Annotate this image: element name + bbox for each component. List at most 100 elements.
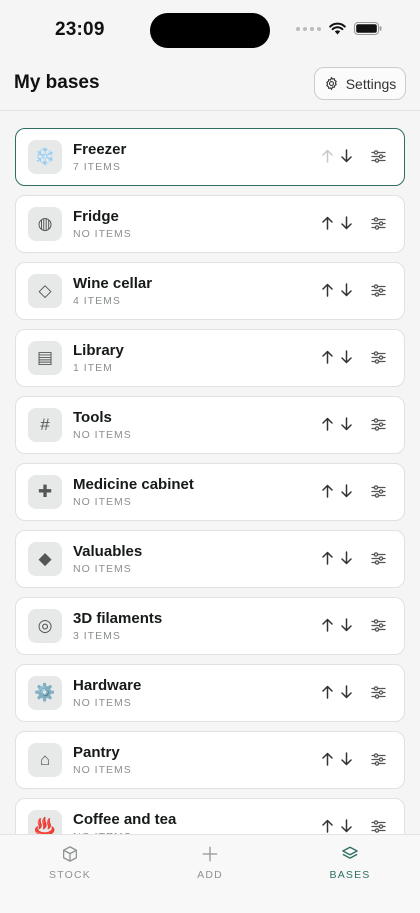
filter-settings-icon[interactable] — [370, 349, 386, 365]
diamond-filled-icon: ◆ — [28, 542, 62, 576]
dynamic-island — [150, 13, 270, 48]
base-actions — [321, 349, 386, 365]
settings-label: Settings — [345, 75, 397, 92]
cross-icon: ✚ — [28, 475, 62, 509]
base-actions — [321, 617, 386, 633]
base-name: Hardware — [73, 677, 142, 694]
filter-settings-icon[interactable] — [370, 550, 386, 566]
base-name: Library — [73, 342, 124, 359]
base-card[interactable]: ◆ Valuables NO ITEMS — [15, 530, 405, 588]
base-item-count: NO ITEMS — [73, 697, 132, 709]
base-card[interactable]: ⌂ Pantry NO ITEMS — [15, 731, 405, 789]
base-item-count: NO ITEMS — [73, 228, 132, 240]
plus-icon — [202, 846, 218, 862]
tab-stock-label: STOCK — [49, 869, 91, 881]
filter-settings-icon[interactable] — [370, 416, 386, 432]
diamond-outline-icon: ◇ — [28, 274, 62, 308]
house-icon: ⌂ — [28, 743, 62, 777]
move-down-icon[interactable] — [340, 550, 353, 566]
tab-add-label: ADD — [197, 869, 223, 881]
status-indicators — [296, 22, 382, 35]
base-item-count: 3 ITEMS — [73, 630, 121, 642]
base-name: Freezer — [73, 141, 127, 158]
move-up-icon[interactable] — [321, 349, 334, 365]
filter-settings-icon[interactable] — [370, 818, 386, 834]
settings-button[interactable]: Settings — [314, 67, 406, 100]
base-actions — [321, 215, 386, 231]
base-card[interactable]: ◎ 3D filaments 3 ITEMS — [15, 597, 405, 655]
base-item-count: 1 ITEM — [73, 362, 113, 374]
move-down-icon[interactable] — [340, 416, 353, 432]
move-down-icon[interactable] — [340, 818, 353, 834]
move-up-icon[interactable] — [321, 617, 334, 633]
status-bar: 23:09 — [0, 0, 420, 58]
base-actions — [321, 483, 386, 499]
spool-icon: ◎ — [28, 609, 62, 643]
status-time: 23:09 — [55, 19, 105, 40]
base-actions — [321, 148, 386, 164]
move-up-icon[interactable] — [321, 483, 334, 499]
move-down-icon[interactable] — [340, 215, 353, 231]
tab-stock[interactable]: STOCK — [20, 845, 120, 881]
base-actions — [321, 416, 386, 432]
move-up-icon[interactable] — [321, 818, 334, 834]
cube-icon — [62, 846, 78, 862]
base-item-count: NO ITEMS — [73, 496, 132, 508]
base-name: Valuables — [73, 543, 143, 560]
move-up-icon[interactable] — [321, 751, 334, 767]
cellular-signal-icon — [296, 26, 321, 31]
base-card[interactable]: ▤ Library 1 ITEM — [15, 329, 405, 387]
base-name: Wine cellar — [73, 275, 153, 292]
base-name: Medicine cabinet — [73, 476, 194, 493]
base-actions — [321, 550, 386, 566]
bases-list: ❄️ Freezer 7 ITEMS ◍ Fridge NO ITEMS ◇ W… — [15, 128, 405, 865]
tab-add[interactable]: ADD — [160, 845, 260, 881]
battery-icon — [354, 22, 382, 35]
base-item-count: 4 ITEMS — [73, 295, 121, 307]
wifi-icon — [329, 22, 346, 35]
snowflake-icon: ❄️ — [28, 140, 62, 174]
base-name: Pantry — [73, 744, 120, 761]
base-card[interactable]: ❄️ Freezer 7 ITEMS — [15, 128, 405, 186]
move-up-icon[interactable] — [321, 282, 334, 298]
move-down-icon[interactable] — [340, 483, 353, 499]
filter-settings-icon[interactable] — [370, 751, 386, 767]
base-card[interactable]: ⚙️ Hardware NO ITEMS — [15, 664, 405, 722]
move-up-icon[interactable] — [321, 550, 334, 566]
filter-settings-icon[interactable] — [370, 483, 386, 499]
move-down-icon[interactable] — [340, 684, 353, 700]
tab-bar: STOCK ADD BASES — [0, 834, 420, 913]
base-card[interactable]: ◇ Wine cellar 4 ITEMS — [15, 262, 405, 320]
fridge-icon: ◍ — [28, 207, 62, 241]
base-actions — [321, 751, 386, 767]
base-item-count: NO ITEMS — [73, 764, 132, 776]
header: My bases Settings — [0, 58, 420, 111]
gear-icon — [325, 77, 337, 90]
base-card[interactable]: ◍ Fridge NO ITEMS — [15, 195, 405, 253]
base-item-count: NO ITEMS — [73, 429, 132, 441]
gear-icon: ⚙️ — [28, 676, 62, 710]
move-up-icon[interactable] — [321, 215, 334, 231]
tab-bases[interactable]: BASES — [300, 845, 400, 881]
base-name: Coffee and tea — [73, 811, 177, 828]
layers-icon — [342, 846, 358, 859]
filter-settings-icon[interactable] — [370, 215, 386, 231]
base-actions — [321, 282, 386, 298]
move-up-icon[interactable] — [321, 416, 334, 432]
move-up-icon — [321, 148, 334, 164]
move-down-icon[interactable] — [340, 751, 353, 767]
tab-bases-label: BASES — [329, 869, 371, 881]
base-card[interactable]: ✚ Medicine cabinet NO ITEMS — [15, 463, 405, 521]
book-icon: ▤ — [28, 341, 62, 375]
move-down-icon[interactable] — [340, 148, 353, 164]
filter-settings-icon[interactable] — [370, 148, 386, 164]
filter-settings-icon[interactable] — [370, 684, 386, 700]
move-down-icon[interactable] — [340, 617, 353, 633]
base-item-count: 7 ITEMS — [73, 161, 121, 173]
move-down-icon[interactable] — [340, 349, 353, 365]
move-up-icon[interactable] — [321, 684, 334, 700]
filter-settings-icon[interactable] — [370, 282, 386, 298]
move-down-icon[interactable] — [340, 282, 353, 298]
base-card[interactable]: # Tools NO ITEMS — [15, 396, 405, 454]
filter-settings-icon[interactable] — [370, 617, 386, 633]
